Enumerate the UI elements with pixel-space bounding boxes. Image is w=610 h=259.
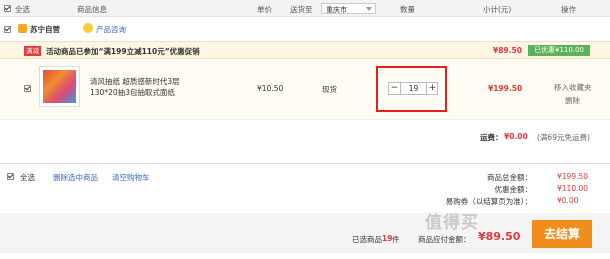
payable-label: 商品应付金额： — [418, 235, 471, 244]
watermark-text: 值得买 — [425, 213, 479, 233]
quantity-stepper[interactable]: − 19 + — [388, 82, 438, 95]
discount-label: 优惠金额： — [494, 185, 533, 194]
stock-status: 现货 — [322, 85, 337, 94]
select-all-label-bottom: 全选 — [20, 173, 35, 182]
product-title[interactable]: 清风抽纸 超质感新时代3层 130*20抽3包抽取式面纸 — [90, 76, 208, 98]
shipping-value: ¥0.00 — [504, 132, 528, 141]
promo-badge: 满减 — [24, 46, 41, 56]
checkout-button[interactable]: 去结算 — [532, 220, 592, 248]
delete-selected-link[interactable]: 删除选中商品 — [53, 172, 98, 183]
promo-row: 满减 活动商品已参加“满199立减110元”优惠促销 ¥89.50 已优惠¥11… — [0, 41, 610, 59]
city-select[interactable]: 重庆市 — [321, 3, 376, 14]
payable-value: ¥89.50 — [478, 230, 521, 243]
move-to-favorites-link[interactable]: 移入收藏夹 — [554, 82, 592, 93]
shipping-label: 运费： — [480, 133, 503, 142]
goods-total-label: 商品总金额： — [487, 173, 532, 182]
qty-input[interactable]: 19 — [401, 83, 426, 94]
city-select-value: 重庆市 — [326, 6, 347, 14]
store-checkbox[interactable] — [4, 26, 11, 33]
cart-item-row: 清风抽纸 超质感新时代3层 130*20抽3包抽取式面纸 ¥10.50 现货 −… — [0, 59, 610, 119]
checkout-bar: 已选商品 19 件 商品应付金额： ¥89.50 去结算 — [0, 213, 610, 253]
consult-link[interactable]: 产品咨询 — [96, 24, 126, 35]
col-product-info: 商品信息 — [77, 5, 107, 14]
col-delivery-to: 送货至 — [290, 5, 313, 14]
col-quantity: 数量 — [400, 5, 415, 14]
product-image[interactable] — [39, 66, 80, 107]
coupon-label: 易购券（以结算页为准）： — [445, 197, 532, 206]
col-unit-price: 单价 — [257, 5, 272, 14]
shipping-note: (满69元免运费) — [537, 133, 590, 142]
smile-icon — [83, 23, 93, 33]
coupon-value: ¥0.00 — [557, 196, 579, 205]
item-subtotal: ¥199.50 — [488, 84, 523, 93]
tissue-box-image — [43, 70, 76, 103]
cart-header: 全选 商品信息 单价 送货至 重庆市 数量 小计(元) 操作 — [0, 0, 610, 17]
selected-count-suffix: 件 — [392, 235, 400, 244]
promo-amount: ¥89.50 — [493, 46, 522, 55]
qty-minus-button[interactable]: − — [389, 83, 401, 94]
qty-plus-button[interactable]: + — [426, 83, 438, 94]
unit-price: ¥10.50 — [257, 84, 284, 93]
store-row: 苏宁自营 产品咨询 — [0, 17, 610, 41]
discount-value: ¥110.00 — [557, 184, 589, 193]
col-subtotal: 小计(元) — [483, 5, 512, 14]
item-checkbox[interactable] — [24, 85, 31, 92]
shipping-row: 运费： ¥0.00 (满69元免运费) — [0, 119, 610, 149]
promo-text: 活动商品已参加“满199立减110元”优惠促销 — [46, 47, 200, 56]
select-all-checkbox-top[interactable] — [4, 5, 11, 12]
cart-footer: 全选 删除选中商品 清空购物车 商品总金额： ¥199.50 优惠金额： ¥11… — [0, 163, 610, 259]
delete-item-link[interactable]: 删除 — [565, 95, 580, 106]
selected-count-prefix: 已选商品 — [352, 235, 382, 244]
store-logo-icon — [18, 24, 27, 33]
selected-count: 19 — [382, 234, 393, 243]
goods-total-value: ¥199.50 — [557, 172, 589, 181]
clear-cart-link[interactable]: 清空购物车 — [112, 172, 150, 183]
select-all-checkbox-bottom[interactable] — [7, 173, 14, 180]
promo-saved-badge: 已优惠¥110.00 — [528, 45, 590, 56]
store-name[interactable]: 苏宁自营 — [30, 24, 60, 35]
col-action: 操作 — [561, 5, 576, 14]
select-all-label-top: 全选 — [15, 5, 30, 14]
chevron-down-icon — [366, 7, 372, 11]
